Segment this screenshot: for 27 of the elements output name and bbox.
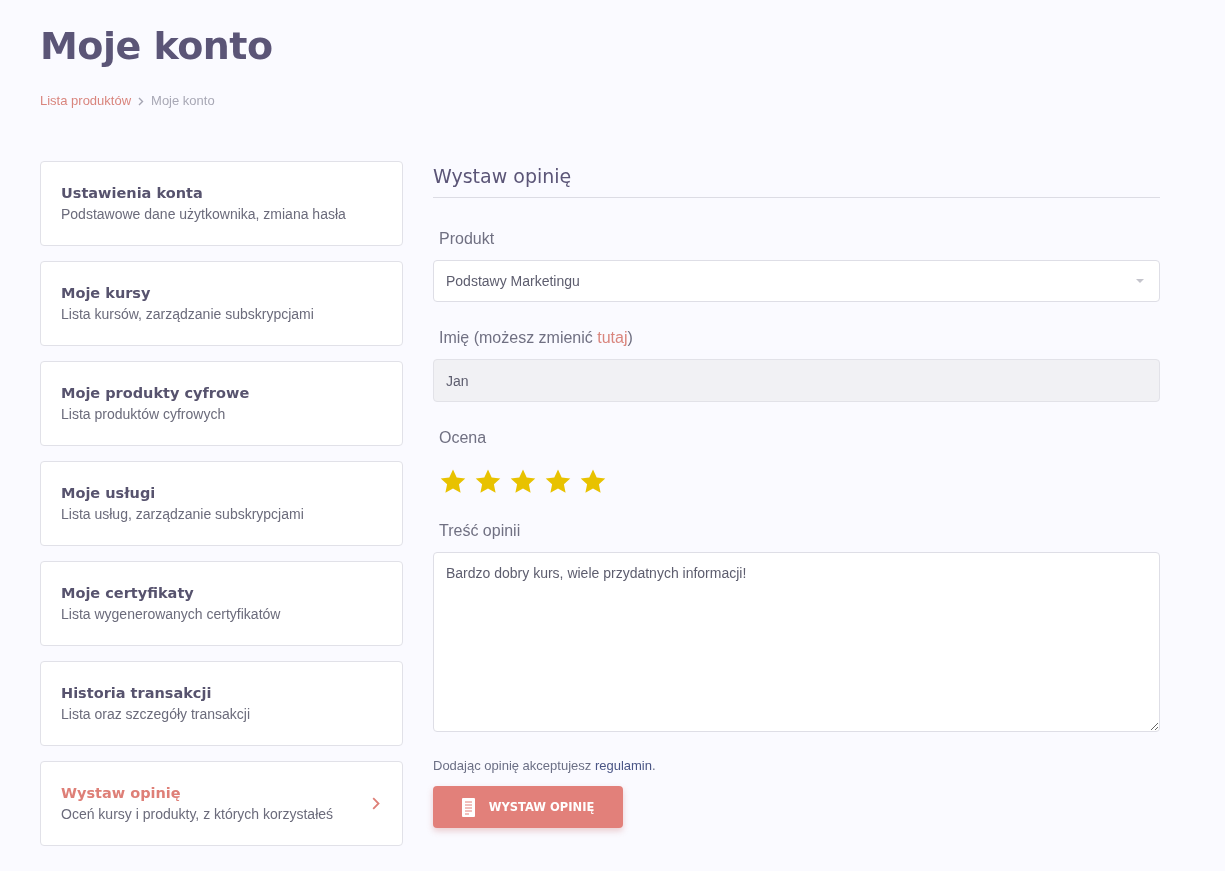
breadcrumb-current: Moje konto (151, 92, 215, 110)
star-icon[interactable] (474, 468, 502, 495)
sidebar-item[interactable]: Moje certyfikaty Lista wygenerowanych certyfikatów (40, 561, 403, 646)
product-select[interactable]: Podstawy Marketingu (433, 260, 1160, 302)
caret-icon (1136, 279, 1144, 283)
sidebar-item[interactable]: Moje kursy Lista kursów, zarządzanie subskrypcjami (40, 261, 403, 346)
terms-text: Dodając opinię akceptujesz regulamin. (433, 757, 656, 775)
field-label: Produkt (438, 229, 495, 249)
chevron-icon (138, 96, 145, 106)
section-heading: Wystaw opinię (433, 161, 1160, 198)
sidebar-item[interactable]: Historia transakcji Lista oraz szczegóły transakcji (40, 661, 403, 746)
field-label: Imię (możesz zmienić tutaj) (438, 328, 633, 348)
document-icon (461, 797, 475, 817)
review-textarea[interactable]: Bardzo dobry kurs, wiele przydatnych informacji! (433, 552, 1160, 732)
terms-link[interactable]: regulamin (594, 758, 652, 773)
chevron-icon (372, 797, 380, 810)
star-icon[interactable] (509, 468, 537, 495)
field-label: Ocena (438, 428, 487, 448)
field-label: Treść opinii (438, 521, 521, 541)
sidebar-item[interactable]: Moje produkty cyfrowe Lista produktów cyfrowych (40, 361, 403, 446)
page-title: Moje konto (40, 23, 273, 70)
sidebar-item[interactable]: Wystaw opinię Oceń kursy i produkty, z których korzystałeś (40, 761, 403, 846)
star-icon[interactable] (579, 468, 607, 495)
sidebar-item[interactable]: Ustawienia konta Podstawowe dane użytkownika, zmiana hasła (40, 161, 403, 246)
star-icon[interactable] (439, 468, 467, 495)
star-icon[interactable] (544, 468, 572, 495)
sidebar-item[interactable]: Moje usługi Lista usług, zarządzanie subskrypcjami (40, 461, 403, 546)
